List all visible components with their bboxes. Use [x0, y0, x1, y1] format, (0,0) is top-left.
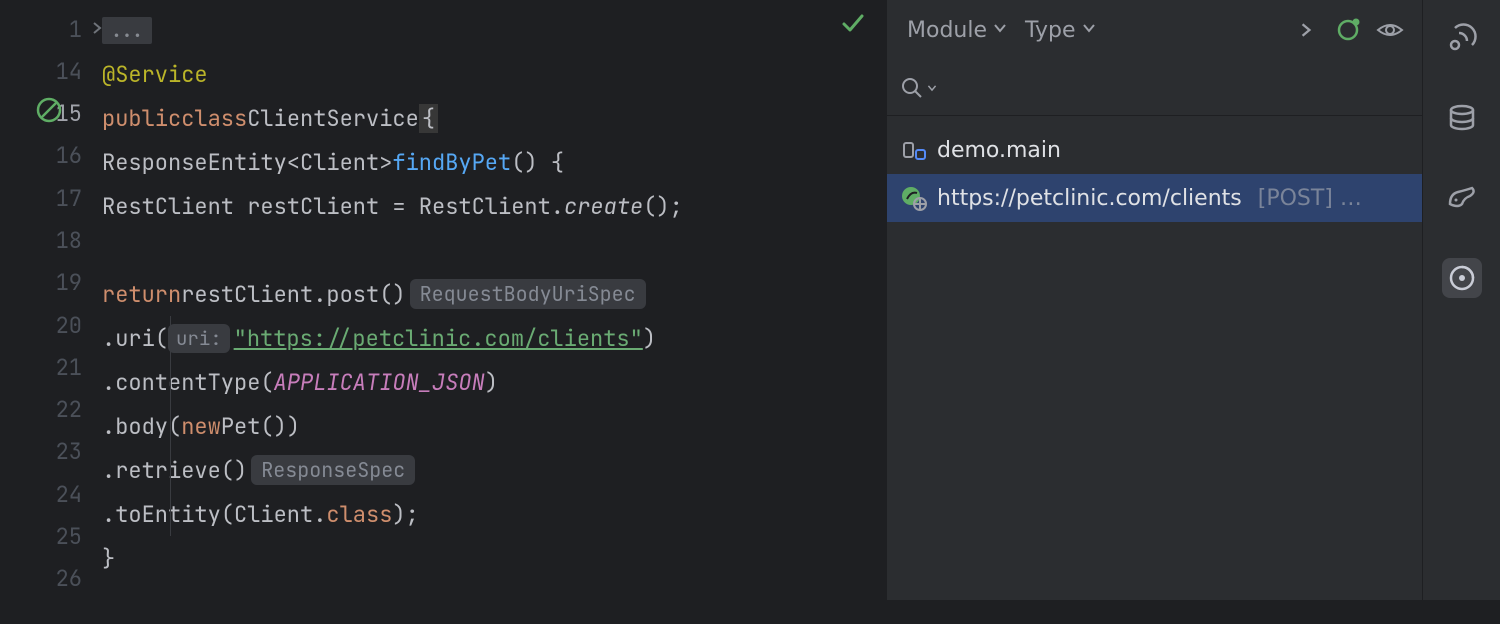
chevron-down-icon — [1082, 21, 1096, 39]
code-line[interactable]: ... — [96, 8, 886, 52]
code-line[interactable]: .toEntity(Client.class); — [96, 492, 886, 536]
gutter-line: 20 — [0, 304, 96, 346]
search-icon[interactable] — [901, 77, 937, 99]
line-number: 24 — [56, 480, 82, 509]
code-text: .uri( — [102, 324, 168, 353]
endpoints-tree: demo.main https://petclinic.com/clients … — [887, 116, 1422, 222]
dropdown-label: Type — [1025, 18, 1076, 43]
code-text: ); — [392, 500, 418, 529]
module-icon — [901, 137, 927, 163]
fold-placeholder[interactable]: ... — [102, 17, 152, 44]
line-number: 18 — [56, 226, 82, 255]
return-type: ResponseEntity<Client> — [102, 148, 392, 177]
gutter-line: 24 — [0, 473, 96, 515]
code-line[interactable]: .retrieve() ResponseSpec — [96, 448, 886, 492]
brace: { — [419, 104, 438, 133]
eye-icon[interactable] — [1372, 12, 1408, 48]
gutter-line: 18 — [0, 219, 96, 261]
line-number: 21 — [56, 353, 82, 382]
brace: } — [102, 544, 115, 573]
line-number: 20 — [56, 311, 82, 340]
code-line[interactable]: RestClient restClient = RestClient.creat… — [96, 184, 886, 228]
code-text: restClient.post() — [181, 280, 405, 309]
gutter-line: 22 — [0, 389, 96, 431]
class-name: ClientService — [247, 104, 419, 133]
code-line[interactable]: ResponseEntity<Client> findByPet() { — [96, 140, 886, 184]
gutter-line: 26 — [0, 558, 96, 600]
right-tool-rail — [1422, 0, 1500, 600]
gutter-line: 15 — [0, 93, 96, 135]
line-number: 19 — [56, 268, 82, 297]
gutter-line: 17 — [0, 177, 96, 219]
annotation: @Service — [102, 60, 208, 89]
code-line[interactable]: .uri(uri: "https://petclinic.com/clients… — [96, 316, 886, 360]
endpoints-tool-icon[interactable] — [1442, 258, 1482, 298]
code-line[interactable]: .body(new Pet()) — [96, 404, 886, 448]
code-text: .retrieve() — [102, 456, 247, 485]
endpoint-url: https://petclinic.com/clients — [937, 186, 1242, 211]
gutter-line: 23 — [0, 431, 96, 473]
inlay-param-label: uri: — [168, 324, 230, 353]
no-entry-icon — [36, 97, 62, 130]
gutter-line: 21 — [0, 346, 96, 388]
gutter-line: 19 — [0, 262, 96, 304]
gutter-line: 1 — [0, 8, 96, 50]
gradle-icon[interactable] — [1442, 178, 1482, 218]
line-number: 23 — [56, 437, 82, 466]
line-number: 25 — [56, 522, 82, 551]
code-line[interactable] — [96, 580, 886, 624]
keyword: new — [181, 412, 221, 441]
code-text: ) — [485, 368, 498, 397]
code-text: ) — [643, 324, 656, 353]
tree-label: demo.main — [937, 138, 1061, 163]
search-row[interactable] — [887, 60, 1422, 116]
editor-pane: 1 14 15 16 17 18 19 20 21 22 23 24 25 26… — [0, 0, 886, 600]
string-url[interactable]: "https://petclinic.com/clients" — [234, 324, 643, 353]
code-line[interactable]: @Service — [96, 52, 886, 96]
constant: APPLICATION_JSON — [274, 368, 485, 397]
keyword: class — [326, 500, 392, 529]
line-number: 1 — [69, 15, 82, 44]
module-dropdown[interactable]: Module — [901, 14, 1013, 47]
code-line[interactable]: return restClient.post() RequestBodyUriS… — [96, 272, 886, 316]
code-text: .toEntity(Client. — [102, 500, 326, 529]
code-line[interactable]: .contentType(APPLICATION_JSON) — [96, 360, 886, 404]
database-icon[interactable] — [1442, 98, 1482, 138]
code-area[interactable]: ... @Service public class ClientService … — [96, 0, 886, 600]
code-line[interactable]: } — [96, 536, 886, 580]
gutter-line: 25 — [0, 515, 96, 557]
openapi-icon[interactable] — [1330, 12, 1366, 48]
keyword: return — [102, 280, 181, 309]
line-number: 26 — [56, 564, 82, 593]
code-text: RestClient restClient = RestClient. — [102, 192, 564, 221]
expand-icon[interactable] — [1288, 12, 1324, 48]
line-number: 16 — [56, 141, 82, 170]
code-text: Pet()) — [221, 412, 300, 441]
tree-endpoint-row[interactable]: https://petclinic.com/clients [POST] … — [887, 174, 1422, 222]
gutter-line: 14 — [0, 50, 96, 92]
code-line[interactable] — [96, 228, 886, 272]
panel-header: Module Type — [887, 0, 1422, 60]
method-name: findByPet — [392, 148, 511, 177]
tree-module-row[interactable]: demo.main — [887, 126, 1422, 174]
keyword: public — [102, 104, 181, 133]
gutter: 1 14 15 16 17 18 19 20 21 22 23 24 25 26 — [0, 0, 96, 600]
code-text: .contentType( — [102, 368, 274, 397]
code-line[interactable]: public class ClientService { — [96, 96, 886, 140]
type-dropdown[interactable]: Type — [1019, 14, 1102, 47]
inlay-hint: RequestBodyUriSpec — [410, 279, 646, 309]
line-number: 17 — [56, 184, 82, 213]
gutter-line: 16 — [0, 135, 96, 177]
keyword: class — [181, 104, 247, 133]
endpoints-panel: Module Type demo.main — [886, 0, 1422, 600]
line-number: 22 — [56, 395, 82, 424]
dropdown-label: Module — [907, 18, 987, 43]
inlay-hint: ResponseSpec — [251, 455, 415, 485]
notifications-icon[interactable] — [1442, 18, 1482, 58]
spring-icon — [901, 185, 927, 211]
endpoint-method: [POST] … — [1258, 186, 1362, 211]
line-number: 14 — [56, 57, 82, 86]
chevron-down-icon — [993, 21, 1007, 39]
method-call: create — [564, 192, 643, 221]
